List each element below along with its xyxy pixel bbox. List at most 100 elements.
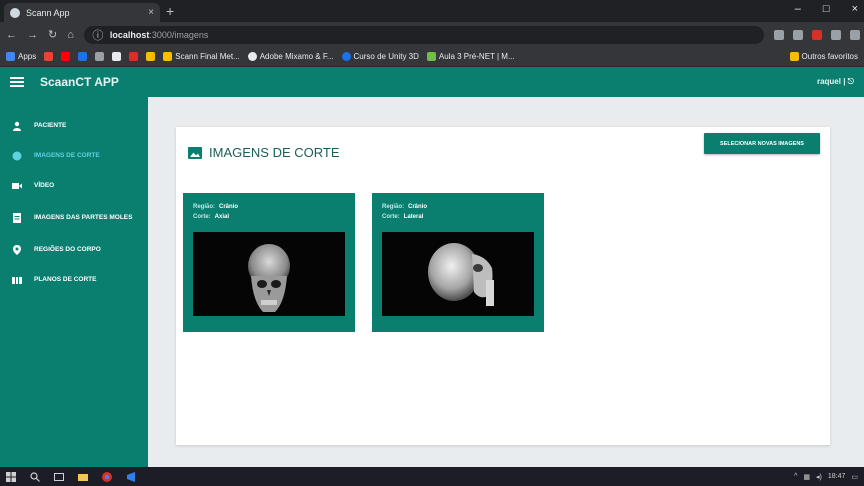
- volume-icon[interactable]: ◂): [816, 473, 822, 481]
- window-controls: – □ ×: [795, 3, 858, 15]
- plane-row: Corte: Lateral: [382, 212, 534, 222]
- sidebar-item-planos[interactable]: Planos de corte: [0, 269, 148, 291]
- app-title: ScaanCT APP: [40, 75, 119, 89]
- sidebar-item-imagens-de-corte[interactable]: Imagens de corte: [0, 145, 148, 167]
- sidebar-item-paciente[interactable]: Paciente: [0, 115, 148, 137]
- hamburger-menu-icon[interactable]: [10, 77, 24, 87]
- tab-strip: Scann App × + – □ ×: [0, 0, 864, 22]
- bookmark-apps[interactable]: Apps: [6, 52, 36, 61]
- sidebar-item-label: Planos de corte: [34, 276, 97, 283]
- sidebar-item-video[interactable]: Vídeo: [0, 175, 148, 197]
- plane-value: Axial: [214, 214, 230, 220]
- os-taskbar: ^ ▦ ◂) 18:47 ▭: [0, 467, 864, 486]
- document-icon: [12, 213, 22, 223]
- folder-icon: [163, 52, 173, 61]
- tray-chevron-icon[interactable]: ^: [794, 473, 797, 480]
- address-row: ← → ↻ ⌂ ⓘ localhost:3000/imagens: [0, 22, 864, 47]
- region-label: Região:: [193, 204, 216, 210]
- sidebar-item-label: Imagens de corte: [34, 152, 100, 159]
- bookmark-icon[interactable]: [146, 52, 156, 61]
- minimize-button[interactable]: –: [795, 3, 801, 15]
- site-icon: [426, 52, 436, 61]
- back-arrow-icon[interactable]: ←: [6, 29, 17, 41]
- bookmark-icon[interactable]: [129, 52, 139, 61]
- site-icon: [247, 52, 257, 61]
- plane-label: Corte:: [193, 214, 211, 220]
- panels-icon: [12, 275, 22, 285]
- new-tab-button[interactable]: +: [166, 4, 174, 18]
- region-value: Crânio: [408, 204, 428, 210]
- sidebar: Paciente Imagens de corte Vídeo Imagens …: [0, 97, 148, 467]
- extension-icon[interactable]: [773, 29, 784, 40]
- sidebar-item-label: Vídeo: [34, 182, 55, 189]
- windows-start-icon[interactable]: [6, 471, 16, 482]
- file-explorer-icon[interactable]: [78, 472, 88, 482]
- maximize-button[interactable]: □: [823, 3, 830, 15]
- sidebar-item-regioes[interactable]: Regiões do corpo: [0, 239, 148, 261]
- bookmark-icon[interactable]: [95, 52, 105, 61]
- site-info-icon[interactable]: ⓘ: [92, 27, 104, 43]
- ct-scan-image[interactable]: [193, 232, 345, 316]
- sidebar-item-partes-moles[interactable]: Imagens das partes moles: [0, 203, 148, 233]
- plane-label: Corte:: [382, 214, 400, 220]
- url-host: localhost: [109, 29, 150, 40]
- bookmark-other[interactable]: Outros favoritos: [789, 52, 858, 61]
- ct-scan-image[interactable]: [382, 232, 534, 316]
- page-title: IMAGENS DE CORTE: [209, 145, 340, 160]
- system-tray: ^ ▦ ◂) 18:47 ▭: [794, 473, 858, 481]
- bookmark-item[interactable]: Curso de Unity 3D: [341, 52, 419, 61]
- extensions-area: [773, 29, 864, 40]
- select-new-images-button[interactable]: Selecionar novas imagens: [704, 133, 820, 154]
- browser-tab[interactable]: Scann App ×: [4, 3, 160, 22]
- plane-row: Corte: Axial: [193, 212, 345, 222]
- bookmark-item[interactable]: Aula 3 Pré-NET | M...: [426, 52, 515, 61]
- folder-icon: [789, 52, 799, 61]
- extension-icon[interactable]: [792, 29, 803, 40]
- user-logout[interactable]: raquel | ⎋: [817, 77, 854, 87]
- region-row: Região: Crânio: [382, 202, 534, 212]
- home-icon[interactable]: ⌂: [67, 29, 74, 41]
- sidebar-item-label: Paciente: [34, 122, 67, 129]
- clock[interactable]: 18:47: [828, 473, 846, 480]
- tab-close-icon[interactable]: ×: [148, 7, 154, 18]
- sidebar-item-label: Imagens das partes moles: [34, 214, 133, 221]
- extension-icon[interactable]: [811, 29, 822, 40]
- bookmarks-bar: Apps Scann Final Met... Adobe Mixamo & F…: [0, 47, 864, 67]
- search-icon[interactable]: [30, 471, 40, 482]
- tab-title: Scann App: [26, 7, 70, 18]
- browser-window: Scann App × + – □ × ← → ↻ ⌂ ⓘ localhost:…: [0, 0, 864, 486]
- extension-icon[interactable]: [849, 29, 860, 40]
- tab-favicon-icon: [10, 7, 20, 18]
- region-row: Região: Crânio: [193, 202, 345, 212]
- bookmark-icon[interactable]: [78, 52, 88, 61]
- extension-icon[interactable]: [830, 29, 841, 40]
- bookmark-item[interactable]: Adobe Mixamo & F...: [247, 52, 334, 61]
- site-icon: [341, 52, 351, 61]
- close-window-button[interactable]: ×: [852, 3, 858, 15]
- notifications-icon[interactable]: ▭: [851, 473, 858, 481]
- app-header: ScaanCT APP raquel | ⎋: [0, 67, 864, 97]
- bookmark-icon[interactable]: [44, 52, 54, 61]
- image-card[interactable]: Região: Crânio Corte: Axial: [183, 193, 355, 332]
- person-icon: [12, 121, 22, 131]
- chrome-icon[interactable]: [102, 471, 112, 482]
- apps-grid-icon: [6, 52, 15, 61]
- bookmark-icon[interactable]: [112, 52, 122, 61]
- region-value: Crânio: [219, 204, 239, 210]
- region-label: Região:: [382, 204, 405, 210]
- task-view-icon[interactable]: [54, 472, 64, 482]
- forward-arrow-icon[interactable]: →: [27, 29, 38, 41]
- vscode-icon[interactable]: [126, 471, 136, 482]
- plane-value: Lateral: [403, 214, 424, 220]
- network-icon[interactable]: ▦: [803, 473, 810, 481]
- reload-icon[interactable]: ↻: [48, 28, 57, 41]
- panel-header: IMAGENS DE CORTE: [188, 145, 340, 160]
- address-bar[interactable]: ⓘ localhost:3000/imagens: [83, 25, 764, 44]
- address-url: localhost:3000/imagens: [110, 30, 209, 40]
- location-pin-icon: [12, 245, 22, 255]
- image-icon: [188, 146, 202, 159]
- sidebar-item-label: Regiões do corpo: [34, 246, 101, 253]
- image-card[interactable]: Região: Crânio Corte: Lateral: [372, 193, 544, 332]
- bookmark-item[interactable]: Scann Final Met...: [163, 52, 240, 61]
- youtube-icon[interactable]: [61, 52, 71, 61]
